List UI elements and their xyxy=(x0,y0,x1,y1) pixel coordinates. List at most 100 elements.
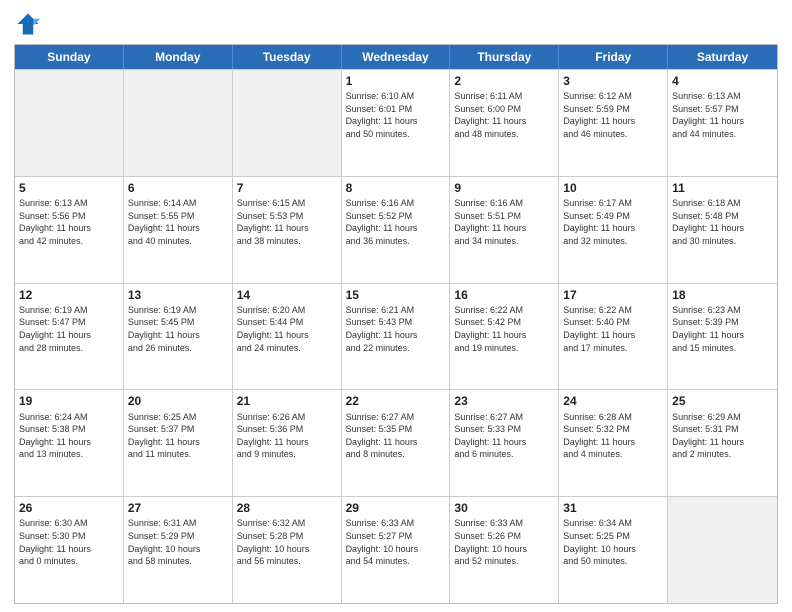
day-info: Sunrise: 6:13 AM Sunset: 5:56 PM Dayligh… xyxy=(19,197,119,247)
day-info: Sunrise: 6:26 AM Sunset: 5:36 PM Dayligh… xyxy=(237,411,337,461)
day-number: 20 xyxy=(128,393,228,409)
day-number: 5 xyxy=(19,180,119,196)
cal-week-3: 12Sunrise: 6:19 AM Sunset: 5:47 PM Dayli… xyxy=(15,283,777,390)
day-number: 21 xyxy=(237,393,337,409)
day-info: Sunrise: 6:11 AM Sunset: 6:00 PM Dayligh… xyxy=(454,90,554,140)
day-info: Sunrise: 6:24 AM Sunset: 5:38 PM Dayligh… xyxy=(19,411,119,461)
cal-cell xyxy=(668,497,777,603)
cal-cell: 10Sunrise: 6:17 AM Sunset: 5:49 PM Dayli… xyxy=(559,177,668,283)
day-number: 6 xyxy=(128,180,228,196)
cal-cell: 14Sunrise: 6:20 AM Sunset: 5:44 PM Dayli… xyxy=(233,284,342,390)
cal-cell xyxy=(124,70,233,176)
cal-header-sunday: Sunday xyxy=(15,45,124,69)
cal-cell: 19 Sunrise: 6:24 AM Sunset: 5:38 PM Dayli… xyxy=(15,390,124,496)
calendar-body: 1Sunrise: 6:10 AM Sunset: 6:01 PM Daylig… xyxy=(15,69,777,603)
cal-cell: 18Sunrise: 6:23 AM Sunset: 5:39 PM Dayli… xyxy=(668,284,777,390)
day-info: Sunrise: 6:28 AM Sunset: 5:32 PM Dayligh… xyxy=(563,411,663,461)
day-number: 27 xyxy=(128,500,228,516)
day-number: 2 xyxy=(454,73,554,89)
day-info: Sunrise: 6:27 AM Sunset: 5:35 PM Dayligh… xyxy=(346,411,446,461)
day-number: 14 xyxy=(237,287,337,303)
day-info: Sunrise: 6:21 AM Sunset: 5:43 PM Dayligh… xyxy=(346,304,446,354)
day-number: 17 xyxy=(563,287,663,303)
day-info: Sunrise: 6:13 AM Sunset: 5:57 PM Dayligh… xyxy=(672,90,773,140)
cal-week-5: 26Sunrise: 6:30 AM Sunset: 5:30 PM Dayli… xyxy=(15,496,777,603)
day-info: Sunrise: 6:31 AM Sunset: 5:29 PM Dayligh… xyxy=(128,517,228,567)
day-info: Sunrise: 6:22 AM Sunset: 5:40 PM Dayligh… xyxy=(563,304,663,354)
cal-cell: 21 Sunrise: 6:26 AM Sunset: 5:36 PM Dayli… xyxy=(233,390,342,496)
day-info: Sunrise: 6:30 AM Sunset: 5:30 PM Dayligh… xyxy=(19,517,119,567)
day-number: 12 xyxy=(19,287,119,303)
day-number: 8 xyxy=(346,180,446,196)
cal-week-4: 19 Sunrise: 6:24 AM Sunset: 5:38 PM Dayli… xyxy=(15,389,777,496)
cal-cell: 12Sunrise: 6:19 AM Sunset: 5:47 PM Dayli… xyxy=(15,284,124,390)
cal-cell: 3Sunrise: 6:12 AM Sunset: 5:59 PM Daylig… xyxy=(559,70,668,176)
day-number: 28 xyxy=(237,500,337,516)
day-info: Sunrise: 6:33 AM Sunset: 5:27 PM Dayligh… xyxy=(346,517,446,567)
day-number: 30 xyxy=(454,500,554,516)
day-number: 13 xyxy=(128,287,228,303)
cal-cell: 25 Sunrise: 6:29 AM Sunset: 5:31 PM Dayli… xyxy=(668,390,777,496)
cal-header-wednesday: Wednesday xyxy=(342,45,451,69)
day-number: 18 xyxy=(672,287,773,303)
cal-header-thursday: Thursday xyxy=(450,45,559,69)
cal-cell: 7Sunrise: 6:15 AM Sunset: 5:53 PM Daylig… xyxy=(233,177,342,283)
cal-cell: 5Sunrise: 6:13 AM Sunset: 5:56 PM Daylig… xyxy=(15,177,124,283)
cal-week-1: 1Sunrise: 6:10 AM Sunset: 6:01 PM Daylig… xyxy=(15,69,777,176)
calendar: SundayMondayTuesdayWednesdayThursdayFrid… xyxy=(14,44,778,604)
cal-cell xyxy=(233,70,342,176)
day-number: 1 xyxy=(346,73,446,89)
page: SundayMondayTuesdayWednesdayThursdayFrid… xyxy=(0,0,792,612)
cal-cell: 13Sunrise: 6:19 AM Sunset: 5:45 PM Dayli… xyxy=(124,284,233,390)
day-number: 11 xyxy=(672,180,773,196)
day-number: 15 xyxy=(346,287,446,303)
cal-header-friday: Friday xyxy=(559,45,668,69)
day-number: 23 xyxy=(454,393,554,409)
logo-icon xyxy=(14,10,42,38)
cal-cell: 26Sunrise: 6:30 AM Sunset: 5:30 PM Dayli… xyxy=(15,497,124,603)
cal-cell: 23Sunrise: 6:27 AM Sunset: 5:33 PM Dayli… xyxy=(450,390,559,496)
cal-cell: 1Sunrise: 6:10 AM Sunset: 6:01 PM Daylig… xyxy=(342,70,451,176)
cal-week-2: 5Sunrise: 6:13 AM Sunset: 5:56 PM Daylig… xyxy=(15,176,777,283)
day-info: Sunrise: 6:15 AM Sunset: 5:53 PM Dayligh… xyxy=(237,197,337,247)
day-number: 4 xyxy=(672,73,773,89)
day-number: 22 xyxy=(346,393,446,409)
cal-cell: 11Sunrise: 6:18 AM Sunset: 5:48 PM Dayli… xyxy=(668,177,777,283)
day-number: 29 xyxy=(346,500,446,516)
header xyxy=(14,10,778,38)
cal-cell: 29Sunrise: 6:33 AM Sunset: 5:27 PM Dayli… xyxy=(342,497,451,603)
day-number: 3 xyxy=(563,73,663,89)
day-number: 9 xyxy=(454,180,554,196)
day-info: Sunrise: 6:25 AM Sunset: 5:37 PM Dayligh… xyxy=(128,411,228,461)
day-info: Sunrise: 6:22 AM Sunset: 5:42 PM Dayligh… xyxy=(454,304,554,354)
cal-cell: 27Sunrise: 6:31 AM Sunset: 5:29 PM Dayli… xyxy=(124,497,233,603)
day-info: Sunrise: 6:18 AM Sunset: 5:48 PM Dayligh… xyxy=(672,197,773,247)
cal-cell: 31Sunrise: 6:34 AM Sunset: 5:25 PM Dayli… xyxy=(559,497,668,603)
cal-cell: 6Sunrise: 6:14 AM Sunset: 5:55 PM Daylig… xyxy=(124,177,233,283)
day-number: 26 xyxy=(19,500,119,516)
day-number: 25 xyxy=(672,393,773,409)
cal-cell: 20 Sunrise: 6:25 AM Sunset: 5:37 PM Dayli… xyxy=(124,390,233,496)
day-info: Sunrise: 6:16 AM Sunset: 5:52 PM Dayligh… xyxy=(346,197,446,247)
day-info: Sunrise: 6:16 AM Sunset: 5:51 PM Dayligh… xyxy=(454,197,554,247)
cal-cell: 24 Sunrise: 6:28 AM Sunset: 5:32 PM Dayli… xyxy=(559,390,668,496)
day-info: Sunrise: 6:17 AM Sunset: 5:49 PM Dayligh… xyxy=(563,197,663,247)
day-info: Sunrise: 6:14 AM Sunset: 5:55 PM Dayligh… xyxy=(128,197,228,247)
day-number: 24 xyxy=(563,393,663,409)
cal-header-tuesday: Tuesday xyxy=(233,45,342,69)
calendar-header-row: SundayMondayTuesdayWednesdayThursdayFrid… xyxy=(15,45,777,69)
day-info: Sunrise: 6:29 AM Sunset: 5:31 PM Dayligh… xyxy=(672,411,773,461)
logo xyxy=(14,10,44,38)
day-info: Sunrise: 6:10 AM Sunset: 6:01 PM Dayligh… xyxy=(346,90,446,140)
day-info: Sunrise: 6:19 AM Sunset: 5:45 PM Dayligh… xyxy=(128,304,228,354)
day-info: Sunrise: 6:32 AM Sunset: 5:28 PM Dayligh… xyxy=(237,517,337,567)
cal-cell: 17Sunrise: 6:22 AM Sunset: 5:40 PM Dayli… xyxy=(559,284,668,390)
day-number: 7 xyxy=(237,180,337,196)
cal-header-monday: Monday xyxy=(124,45,233,69)
day-number: 19 xyxy=(19,393,119,409)
cal-header-saturday: Saturday xyxy=(668,45,777,69)
day-info: Sunrise: 6:33 AM Sunset: 5:26 PM Dayligh… xyxy=(454,517,554,567)
cal-cell: 8Sunrise: 6:16 AM Sunset: 5:52 PM Daylig… xyxy=(342,177,451,283)
cal-cell xyxy=(15,70,124,176)
day-number: 31 xyxy=(563,500,663,516)
